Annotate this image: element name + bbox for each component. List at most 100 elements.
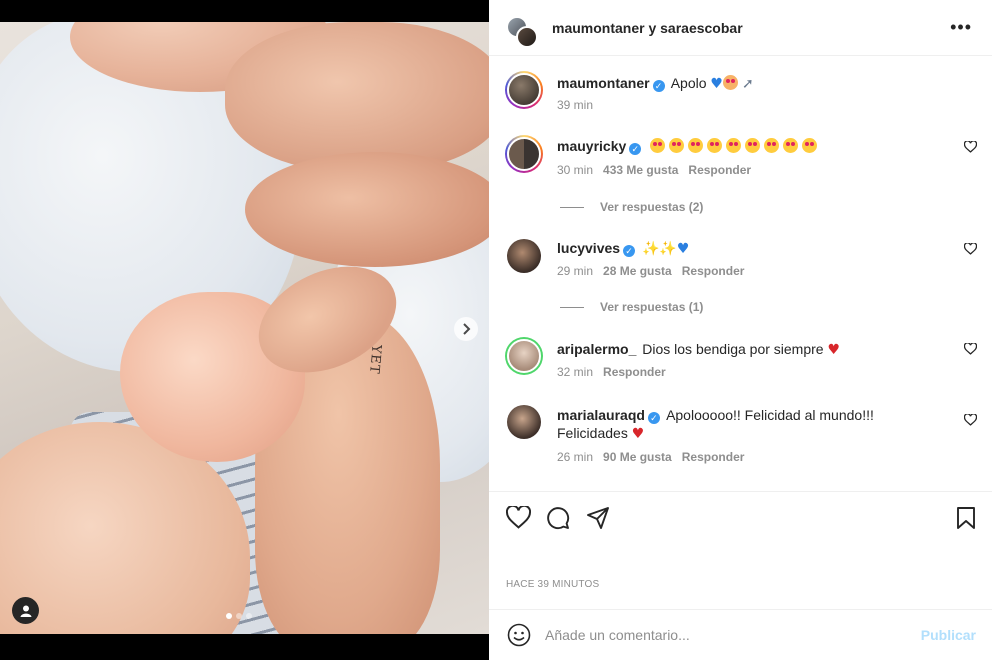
publish-button[interactable]: Publicar bbox=[921, 627, 976, 643]
like-comment-heart-icon[interactable] bbox=[964, 243, 977, 255]
post-photo[interactable]: YET bbox=[0, 22, 489, 634]
reply-button[interactable]: Responder bbox=[688, 163, 751, 177]
caption-time: 39 min bbox=[557, 98, 594, 112]
comment-text: Apolooooo!! Felicidad al mundo!!! bbox=[666, 407, 874, 423]
more-options-button[interactable]: ••• bbox=[950, 18, 972, 36]
red-heart-icon: ♥ bbox=[827, 342, 841, 358]
like-heart-icon[interactable] bbox=[506, 506, 531, 529]
comment-item: mauyricky ✓ 30 min 433 Me gusta Responder bbox=[505, 135, 977, 180]
sparkles-icon: ✨ bbox=[641, 241, 660, 257]
comment-body: lucyvives ✓ ✨✨♥ bbox=[557, 239, 957, 258]
avatar[interactable] bbox=[505, 337, 543, 375]
heart-eyes-icon bbox=[650, 138, 666, 153]
reply-button[interactable]: Responder bbox=[603, 365, 666, 379]
comment-item: lucyvives ✓ ✨✨♥ 29 min 28 Me gusta Respon… bbox=[505, 237, 977, 282]
adult-finger bbox=[245, 152, 489, 267]
avatar bbox=[516, 25, 538, 48]
view-replies-button[interactable]: Ver respuestas (2) bbox=[560, 200, 703, 214]
carousel-dot bbox=[236, 613, 242, 619]
comment-item: aripalermo_ Dios los bendiga por siempre… bbox=[505, 337, 977, 382]
comment-time: 30 min bbox=[557, 163, 594, 177]
heart-eyes-icon bbox=[726, 138, 742, 153]
post-caption: maumontaner ✓ Apolo ♥ ➚ 39 min bbox=[505, 71, 975, 116]
rocket-icon: ➚ bbox=[741, 76, 754, 92]
like-comment-heart-icon[interactable] bbox=[964, 141, 977, 153]
caption-text: Apolo bbox=[670, 75, 707, 91]
post-side-panel: maumontaner y saraescobar ••• maumontane… bbox=[489, 0, 992, 660]
baby-face-icon bbox=[722, 75, 738, 90]
save-bookmark-icon[interactable] bbox=[956, 506, 976, 530]
avatar[interactable] bbox=[505, 403, 543, 441]
reply-button[interactable]: Responder bbox=[682, 264, 745, 278]
heart-eyes-icon bbox=[745, 138, 761, 153]
comment-text: Dios los bendiga por siempre bbox=[642, 341, 824, 357]
comment-bubble-icon[interactable] bbox=[546, 506, 570, 530]
comment-time: 26 min bbox=[557, 450, 594, 464]
emoji-picker-icon[interactable] bbox=[507, 623, 531, 647]
caption-username[interactable]: maumontaner bbox=[557, 75, 650, 91]
chevron-right-icon bbox=[463, 323, 471, 335]
heart-eyes-icon bbox=[764, 138, 780, 153]
comment-username[interactable]: marialauraqd bbox=[557, 407, 645, 423]
avatar[interactable] bbox=[505, 135, 543, 173]
comment-input[interactable] bbox=[545, 627, 905, 643]
carousel-dot bbox=[246, 613, 252, 619]
tagged-users-button[interactable] bbox=[12, 597, 39, 624]
view-replies-button[interactable]: Ver respuestas (1) bbox=[560, 300, 703, 314]
avatar-image bbox=[507, 339, 541, 373]
blue-heart-icon: ♥ bbox=[710, 76, 723, 92]
avatar-image bbox=[507, 405, 541, 439]
add-comment-bar: Publicar bbox=[489, 609, 992, 660]
adult-thumb bbox=[225, 22, 489, 172]
view-replies-label: Ver respuestas (2) bbox=[600, 200, 704, 214]
avatar[interactable] bbox=[505, 71, 543, 109]
comment-likes[interactable]: 90 Me gusta bbox=[603, 450, 672, 464]
comment-likes[interactable]: 433 Me gusta bbox=[603, 163, 678, 177]
verified-badge-icon: ✓ bbox=[629, 143, 642, 155]
post-authors[interactable]: maumontaner y saraescobar bbox=[552, 20, 743, 36]
share-send-icon[interactable] bbox=[586, 506, 610, 530]
avatar[interactable] bbox=[505, 237, 543, 275]
user-icon bbox=[20, 605, 31, 617]
carousel-indicator bbox=[226, 613, 252, 619]
verified-badge-icon: ✓ bbox=[652, 80, 665, 92]
verified-badge-icon: ✓ bbox=[623, 245, 636, 257]
heart-eyes-icon bbox=[707, 138, 723, 153]
carousel-next-button[interactable] bbox=[454, 317, 478, 341]
comment-text-line-2: Felicidades bbox=[557, 425, 628, 441]
like-comment-heart-icon[interactable] bbox=[964, 414, 977, 426]
comment-body: mauyricky ✓ bbox=[557, 137, 957, 155]
post-header: maumontaner y saraescobar ••• bbox=[489, 0, 992, 56]
sparkles-icon: ✨ bbox=[659, 241, 677, 257]
post-media-panel: YET bbox=[0, 0, 489, 660]
tattoo-text: YET bbox=[366, 344, 384, 375]
avatar-image bbox=[507, 239, 541, 273]
avatar-image bbox=[507, 137, 541, 171]
view-replies-label: Ver respuestas (1) bbox=[600, 300, 704, 314]
collab-avatars[interactable] bbox=[506, 8, 546, 48]
comment-item: marialauraqd ✓ Apolooooo!! Felicidad al m… bbox=[505, 403, 977, 467]
comment-likes[interactable]: 28 Me gusta bbox=[603, 264, 672, 278]
comment-meta: 32 min Responder bbox=[557, 365, 666, 379]
comment-username[interactable]: aripalermo_ bbox=[557, 341, 636, 357]
comment-meta: 26 min 90 Me gusta Responder bbox=[557, 450, 744, 464]
comment-time: 32 min bbox=[557, 365, 594, 379]
verified-badge-icon: ✓ bbox=[647, 412, 660, 424]
heart-eyes-icon bbox=[802, 138, 818, 153]
comment-username[interactable]: lucyvives bbox=[557, 240, 620, 256]
comment-body: marialauraqd ✓ Apolooooo!! Felicidad al m… bbox=[557, 406, 957, 443]
reply-button[interactable]: Responder bbox=[682, 450, 745, 464]
heart-eyes-icon bbox=[669, 138, 685, 153]
divider bbox=[560, 206, 584, 208]
heart-eyes-icon bbox=[783, 138, 799, 153]
red-heart-icon: ♥ bbox=[631, 426, 645, 442]
avatar-image bbox=[507, 73, 541, 107]
like-comment-heart-icon[interactable] bbox=[964, 343, 977, 355]
comment-username[interactable]: mauyricky bbox=[557, 138, 626, 154]
carousel-dot-active bbox=[226, 613, 232, 619]
comment-body: aripalermo_ Dios los bendiga por siempre… bbox=[557, 340, 957, 359]
heart-eyes-emojis bbox=[650, 138, 821, 154]
divider bbox=[560, 306, 584, 308]
post-actions-bar bbox=[489, 491, 992, 551]
caption-body: maumontaner ✓ Apolo ♥ ➚ bbox=[557, 74, 957, 93]
